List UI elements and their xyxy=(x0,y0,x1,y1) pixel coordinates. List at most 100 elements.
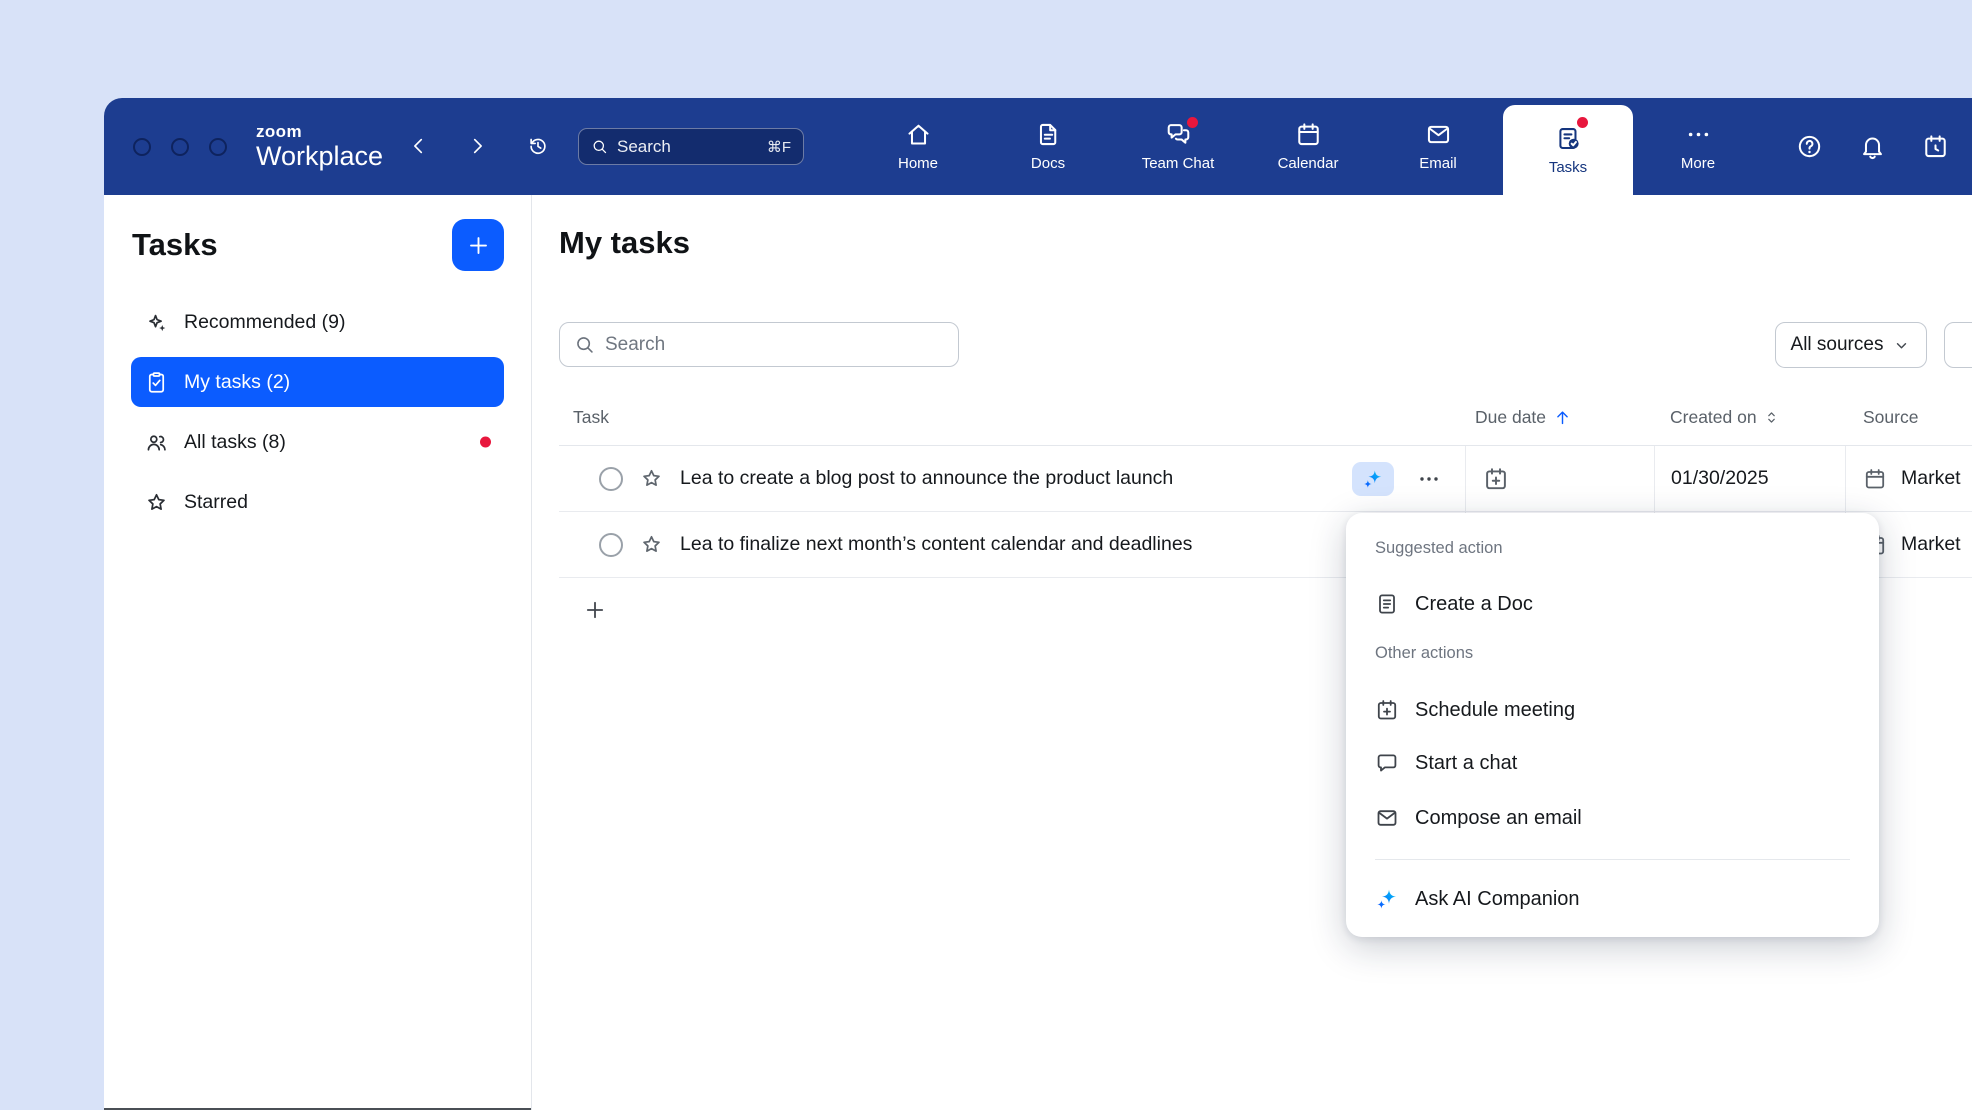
global-search-input[interactable] xyxy=(617,137,758,157)
nav-item-home[interactable]: Home xyxy=(853,98,983,195)
window-control-dot[interactable] xyxy=(209,138,227,156)
nav-item-email[interactable]: Email xyxy=(1373,98,1503,195)
topbar-right-actions xyxy=(1796,98,1949,195)
notifications-button[interactable] xyxy=(1859,133,1886,160)
nav-forward-button[interactable] xyxy=(460,129,494,163)
tasks-search[interactable] xyxy=(559,322,959,367)
menu-item-create-doc[interactable]: Create a Doc xyxy=(1354,577,1871,631)
window-control-dot[interactable] xyxy=(171,138,189,156)
task-complete-checkbox[interactable] xyxy=(599,467,623,491)
sidebar-list: Recommended (9) My tasks (2) All tasks (… xyxy=(104,271,531,527)
plus-icon xyxy=(466,233,491,258)
sort-ascending-icon xyxy=(1553,408,1572,427)
ai-sparkle-icon xyxy=(1362,468,1384,490)
search-icon xyxy=(591,138,608,155)
new-task-button[interactable] xyxy=(452,219,504,271)
sidebar-header: Tasks xyxy=(104,195,531,271)
nav-back-button[interactable] xyxy=(402,129,436,163)
nav-label: Calendar xyxy=(1278,155,1339,172)
nav-label: Docs xyxy=(1031,155,1065,172)
menu-item-label: Schedule meeting xyxy=(1415,699,1575,722)
nav-item-team-chat[interactable]: Team Chat xyxy=(1113,98,1243,195)
menu-divider xyxy=(1375,859,1850,860)
task-title: Lea to create a blog post to announce th… xyxy=(680,467,1173,490)
menu-item-compose-email[interactable]: Compose an email xyxy=(1354,791,1871,845)
sidebar-item-label: All tasks (8) xyxy=(184,431,286,454)
menu-item-label: Create a Doc xyxy=(1415,593,1533,616)
history-button[interactable] xyxy=(521,129,555,163)
table-header-row: Task Due date Created on Source xyxy=(559,389,1972,446)
global-search[interactable]: ⌘F xyxy=(578,128,804,165)
nav-item-docs[interactable]: Docs xyxy=(983,98,1113,195)
plus-icon xyxy=(583,598,607,622)
sidebar-item-my-tasks[interactable]: My tasks (2) xyxy=(131,357,504,407)
ai-sparkle-icon xyxy=(1375,887,1399,911)
email-icon xyxy=(1375,806,1399,830)
topbar: zoom Workplace ⌘F Home xyxy=(104,98,1972,195)
sidebar-item-recommended[interactable]: Recommended (9) xyxy=(131,297,504,347)
column-header-due-date[interactable]: Due date xyxy=(1465,407,1654,428)
nav-item-more[interactable]: More xyxy=(1633,98,1763,195)
chevron-right-icon xyxy=(466,135,488,157)
add-task-inline-button[interactable] xyxy=(582,598,608,624)
row-more-button[interactable] xyxy=(1411,462,1447,496)
docs-icon xyxy=(1035,121,1062,148)
column-header-source[interactable]: Source xyxy=(1845,407,1972,428)
history-icon xyxy=(527,135,549,157)
people-icon xyxy=(145,431,168,454)
tasks-icon xyxy=(1555,125,1582,152)
search-icon xyxy=(574,334,595,355)
menu-item-label: Compose an email xyxy=(1415,807,1582,830)
workplace-product-text: Workplace xyxy=(256,140,383,174)
home-icon xyxy=(905,121,932,148)
filter-button-cutoff[interactable] xyxy=(1944,322,1972,368)
nav-label: Tasks xyxy=(1549,159,1587,176)
menu-item-ask-ai-companion[interactable]: Ask AI Companion xyxy=(1354,872,1871,926)
task-cell: Lea to create a blog post to announce th… xyxy=(559,446,1465,511)
nav-item-calendar[interactable]: Calendar xyxy=(1243,98,1373,195)
sidebar-item-all-tasks[interactable]: All tasks (8) xyxy=(131,417,504,467)
chevron-down-icon xyxy=(1892,336,1911,355)
all-sources-label: All sources xyxy=(1791,334,1884,356)
column-header-created-on[interactable]: Created on xyxy=(1654,407,1845,428)
window-control-dot[interactable] xyxy=(133,138,151,156)
screen: zoom Workplace ⌘F Home xyxy=(0,0,1972,1110)
page-title: My tasks xyxy=(559,225,690,261)
star-icon[interactable] xyxy=(640,467,663,490)
task-row[interactable]: Lea to create a blog post to announce th… xyxy=(559,446,1972,512)
task-complete-checkbox[interactable] xyxy=(599,533,623,557)
nav-item-tasks-active[interactable]: Tasks xyxy=(1503,105,1633,195)
all-tasks-notification-dot xyxy=(480,437,491,448)
source-value: Market xyxy=(1901,467,1961,490)
ai-companion-button[interactable] xyxy=(1352,462,1394,496)
due-date-cell[interactable] xyxy=(1465,446,1654,511)
more-icon xyxy=(1685,121,1712,148)
team-chat-notification-dot xyxy=(1187,117,1198,128)
menu-section-other: Other actions xyxy=(1375,644,1473,663)
menu-item-start-chat[interactable]: Start a chat xyxy=(1354,736,1871,790)
doc-icon xyxy=(1375,592,1399,616)
due-date-label: Due date xyxy=(1475,407,1546,428)
tasks-search-input[interactable] xyxy=(605,334,944,356)
upcoming-button[interactable] xyxy=(1922,133,1949,160)
all-sources-dropdown[interactable]: All sources xyxy=(1775,322,1927,368)
calendar-icon xyxy=(1295,121,1322,148)
menu-item-schedule-meeting[interactable]: Schedule meeting xyxy=(1354,683,1871,737)
sidebar-item-label: Recommended (9) xyxy=(184,311,345,334)
task-check-icon xyxy=(145,371,168,394)
sidebar-item-label: My tasks (2) xyxy=(184,371,290,394)
column-header-task[interactable]: Task xyxy=(559,407,1465,428)
ai-action-menu: Suggested action Create a Doc Other acti… xyxy=(1346,513,1879,937)
calendar-plus-icon xyxy=(1375,698,1399,722)
calendar-plus-icon xyxy=(1483,466,1509,492)
created-on-cell: 01/30/2025 xyxy=(1654,446,1845,511)
nav-label: More xyxy=(1681,155,1715,172)
help-button[interactable] xyxy=(1796,133,1823,160)
nav-label: Email xyxy=(1419,155,1457,172)
star-icon[interactable] xyxy=(640,533,663,556)
bell-icon xyxy=(1859,133,1886,160)
zoom-brand-text: zoom xyxy=(256,123,383,140)
sidebar-item-starred[interactable]: Starred xyxy=(131,477,504,527)
ellipsis-icon xyxy=(1417,467,1441,491)
tasks-sidebar: Tasks Recommended (9) My tasks (2) All t… xyxy=(104,195,532,1110)
